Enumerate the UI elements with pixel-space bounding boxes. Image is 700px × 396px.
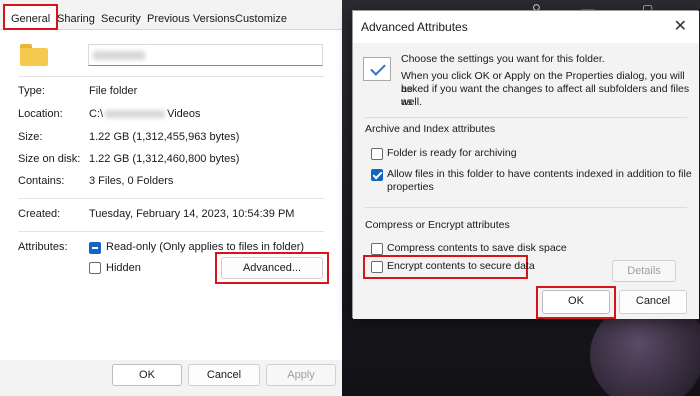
advanced-attributes-dialog: Advanced Attributes ✕ Choose the setting… — [352, 10, 699, 319]
created-value: Tuesday, February 14, 2023, 10:54:39 PM — [89, 208, 295, 220]
intro-line: asked if you want the changes to affect … — [401, 83, 690, 108]
divider — [365, 117, 687, 118]
size-value: 1.22 GB (1,312,455,963 bytes) — [89, 131, 240, 143]
divider — [18, 76, 324, 77]
divider — [18, 198, 324, 199]
attributes-label: Attributes: — [18, 241, 68, 253]
intro-line: Choose the settings you want for this fo… — [401, 53, 605, 65]
index-checkbox[interactable] — [371, 169, 383, 181]
encrypt-checkbox[interactable] — [371, 261, 383, 273]
created-label: Created: — [18, 208, 61, 220]
readonly-checkbox[interactable] — [89, 242, 101, 254]
encrypt-label: Encrypt contents to secure data — [387, 260, 535, 272]
folder-name-field[interactable] — [88, 44, 323, 66]
tab-previous-versions[interactable]: Previous Versions — [147, 9, 235, 29]
folder-icon — [20, 44, 48, 66]
ok-button[interactable]: OK — [112, 364, 182, 386]
tab-customize[interactable]: Customize — [235, 9, 287, 29]
apply-button[interactable]: Apply — [266, 364, 336, 386]
hidden-checkbox[interactable] — [89, 262, 101, 274]
hidden-label: Hidden — [106, 262, 141, 274]
tab-security[interactable]: Security — [101, 9, 141, 29]
compress-checkbox[interactable] — [371, 243, 383, 255]
dialog-title-bar: Advanced Attributes ✕ — [353, 11, 699, 43]
divider — [18, 231, 324, 232]
location-label: Location: — [18, 108, 63, 120]
compress-label: Compress contents to save disk space — [387, 242, 567, 254]
checkmark-icon — [363, 57, 391, 81]
folder-properties-window: General Sharing Security Previous Versio… — [0, 0, 342, 396]
archive-group-title: Archive and Index attributes — [365, 123, 496, 135]
contains-label: Contains: — [18, 175, 65, 187]
advanced-button[interactable]: Advanced... — [221, 257, 323, 279]
size-label: Size: — [18, 131, 43, 143]
properties-footer: OK Cancel Apply — [0, 360, 342, 396]
size-on-disk-label: Size on disk: — [18, 153, 81, 165]
close-icon[interactable]: ✕ — [674, 16, 687, 36]
compress-group-title: Compress or Encrypt attributes — [365, 219, 510, 231]
tab-general[interactable]: General — [3, 4, 59, 30]
cancel-button[interactable]: Cancel — [188, 364, 260, 386]
divider — [365, 207, 687, 208]
location-value: C:\ Videos — [89, 108, 201, 120]
index-label-cont: properties — [387, 181, 434, 193]
type-label: Type: — [18, 85, 45, 97]
tab-bar: General Sharing Security Previous Versio… — [0, 0, 342, 30]
type-value: File folder — [89, 85, 138, 97]
dialog-ok-button[interactable]: OK — [542, 290, 610, 314]
archive-checkbox[interactable] — [371, 148, 383, 160]
details-button[interactable]: Details — [612, 260, 676, 282]
dialog-title: Advanced Attributes — [361, 20, 468, 34]
intro-line: well. — [401, 96, 423, 108]
tab-sharing[interactable]: Sharing — [57, 9, 95, 29]
index-label: Allow files in this folder to have conte… — [387, 168, 692, 180]
general-tab-panel: Type: File folder Location: C:\ Videos Si… — [0, 30, 342, 360]
contains-value: 3 Files, 0 Folders — [89, 175, 174, 187]
dialog-cancel-button[interactable]: Cancel — [619, 290, 687, 314]
redacted-name — [93, 51, 145, 60]
archive-label: Folder is ready for archiving — [387, 147, 517, 159]
size-on-disk-value: 1.22 GB (1,312,460,800 bytes) — [89, 153, 240, 165]
dialog-body: Choose the settings you want for this fo… — [353, 43, 699, 319]
